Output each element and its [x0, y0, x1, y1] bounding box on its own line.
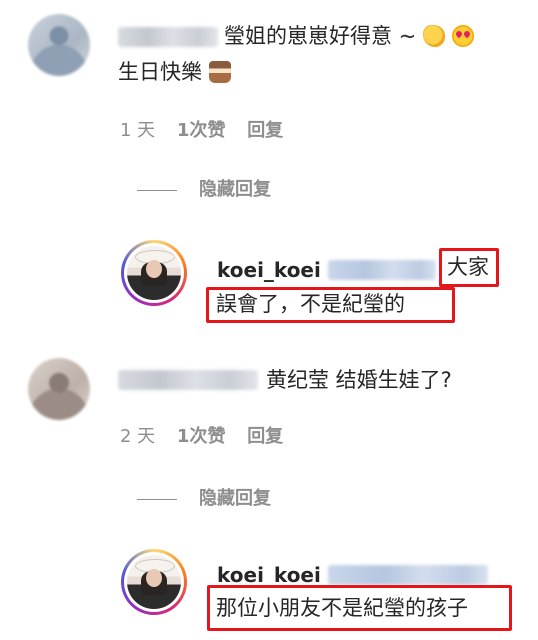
comment-text-line2: 生日快樂	[118, 58, 231, 86]
reply-mention-blurred[interactable]	[328, 565, 488, 585]
clapping-hands-emoji	[422, 25, 445, 47]
divider-line	[137, 498, 177, 500]
reply-avatar-koei[interactable]	[121, 240, 187, 306]
comment-text: 生日快樂	[118, 60, 202, 84]
reply-text-part1: 大家	[447, 255, 489, 279]
commenter-username-blurred[interactable]	[118, 27, 218, 47]
comment-time: 2 天	[120, 426, 156, 447]
reply-username[interactable]: koei_koei	[217, 257, 321, 283]
comment-text: 瑩姐的崽崽好得意 ~	[224, 24, 417, 48]
commenter-avatar[interactable]	[28, 14, 90, 76]
comment-meta: 1 天 1次赞 回复	[120, 119, 283, 143]
commenter-username-blurred[interactable]	[118, 370, 258, 390]
likes-count-button[interactable]: 1次赞	[177, 120, 226, 141]
reply-text: 那位小朋友不是紀瑩的孩子	[216, 596, 468, 620]
reply-mention-blurred[interactable]	[328, 260, 436, 280]
birthday-cake-emoji	[208, 61, 231, 83]
reply-text-part2: 誤會了，不是紀瑩的	[216, 292, 405, 316]
commenter-avatar[interactable]	[28, 358, 90, 420]
reply-button[interactable]: 回复	[247, 426, 283, 447]
hide-replies-label: 隐藏回复	[199, 488, 271, 509]
hide-replies-toggle[interactable]: 隐藏回复	[137, 178, 271, 202]
likes-count-button[interactable]: 1次赞	[177, 426, 226, 447]
divider-line	[137, 189, 177, 191]
reply-button[interactable]: 回复	[247, 120, 283, 141]
heart-eyes-emoji	[451, 25, 474, 47]
reply-avatar-koei[interactable]	[121, 549, 187, 615]
comment-meta: 2 天 1次赞 回复	[120, 425, 283, 449]
comment-text-line1: 瑩姐的崽崽好得意 ~	[224, 22, 474, 50]
comment-time: 1 天	[120, 120, 156, 141]
comment-text: 黄纪莹 结婚生娃了?	[266, 368, 452, 392]
hide-replies-toggle[interactable]: 隐藏回复	[137, 487, 271, 511]
hide-replies-label: 隐藏回复	[199, 179, 271, 200]
